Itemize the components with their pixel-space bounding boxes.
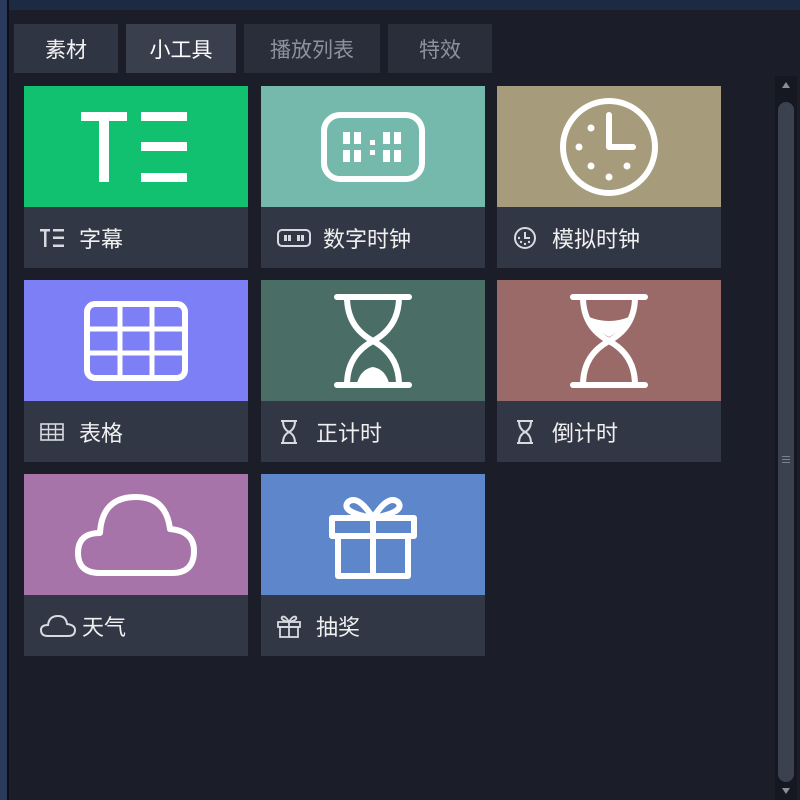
tab-widgets[interactable]: 小工具 (126, 24, 236, 73)
tab-effects[interactable]: 特效 (388, 24, 492, 73)
scroll-up-arrow-icon[interactable] (782, 82, 790, 88)
tool-card-lottery[interactable]: 抽奖 (261, 474, 485, 656)
card-label: 倒计时 (552, 421, 619, 447)
card-thumbnail (261, 280, 485, 401)
card-label-bar: 天气 (24, 595, 248, 656)
card-thumbnail (24, 86, 248, 207)
cloud-icon (75, 493, 197, 576)
tool-card-digital-clock[interactable]: 数字时钟 (261, 86, 485, 268)
gift-icon (277, 614, 301, 638)
card-label: 抽奖 (316, 615, 361, 641)
scroll-down-arrow-icon[interactable] (782, 788, 790, 794)
hourglass-icon (334, 293, 412, 388)
tool-card-analog-clock[interactable]: 模拟时钟 (497, 86, 721, 268)
scroll-grip-line (782, 456, 790, 457)
card-label-bar: 正计时 (261, 401, 485, 462)
cloud-icon (40, 614, 76, 638)
card-thumbnail (24, 474, 248, 595)
card-thumbnail (261, 474, 485, 595)
scroll-thumb[interactable] (778, 102, 794, 782)
analog-clock-icon (513, 226, 537, 250)
text-icon (81, 111, 187, 182)
scroll-grip-line (782, 462, 790, 463)
window-top-border (0, 0, 800, 10)
tab-playlist[interactable]: 播放列表 (244, 24, 380, 73)
card-label-bar: 字幕 (24, 207, 248, 268)
tab-materials[interactable]: 素材 (14, 24, 118, 73)
tool-card-table[interactable]: 表格 (24, 280, 248, 462)
card-label-bar: 数字时钟 (261, 207, 485, 268)
tool-card-countdown[interactable]: 倒计时 (497, 280, 721, 462)
card-label: 字幕 (79, 227, 124, 253)
digital-clock-icon (277, 226, 311, 250)
table-icon (84, 300, 188, 381)
table-icon (40, 420, 64, 444)
card-label: 表格 (79, 421, 124, 447)
hourglass-icon (513, 419, 537, 444)
tab-bar: 素材 小工具 播放列表 特效 (14, 24, 492, 73)
card-label-bar: 模拟时钟 (497, 207, 721, 268)
tool-card-subtitle[interactable]: 字幕 (24, 86, 248, 268)
card-label-bar: 倒计时 (497, 401, 721, 462)
card-label: 模拟时钟 (552, 227, 641, 253)
tool-card-count-up[interactable]: 正计时 (261, 280, 485, 462)
vertical-scrollbar[interactable] (775, 76, 797, 800)
hourglass-icon (570, 293, 648, 388)
card-thumbnail (497, 280, 721, 401)
scroll-grip-line (782, 459, 790, 460)
card-thumbnail (261, 86, 485, 207)
card-label: 正计时 (316, 421, 383, 447)
tool-card-weather[interactable]: 天气 (24, 474, 248, 656)
hourglass-icon (277, 419, 301, 444)
gift-icon (329, 496, 417, 579)
card-label-bar: 表格 (24, 401, 248, 462)
card-label: 天气 (82, 615, 127, 641)
text-icon (40, 226, 64, 250)
card-label-bar: 抽奖 (261, 595, 485, 656)
card-thumbnail (497, 86, 721, 207)
digital-clock-icon (321, 111, 425, 182)
card-label: 数字时钟 (323, 227, 412, 253)
card-thumbnail (24, 280, 248, 401)
analog-clock-icon (560, 97, 658, 196)
